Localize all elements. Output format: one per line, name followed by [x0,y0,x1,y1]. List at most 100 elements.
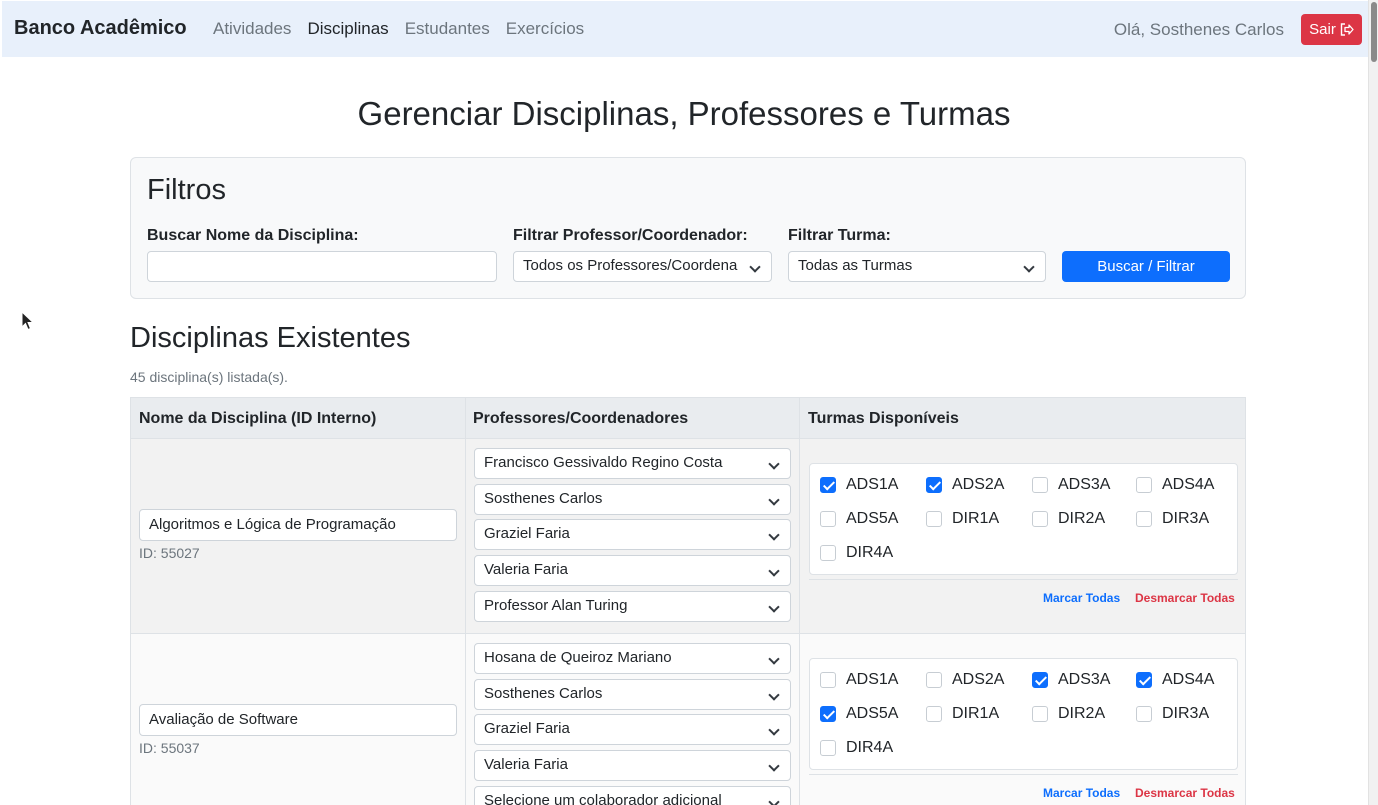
turma-checkbox-item[interactable]: ADS1A [820,671,898,689]
turma-checkbox[interactable] [926,672,942,688]
turma-checkbox-item[interactable]: ADS4A [1136,671,1214,689]
turma-checkbox-item[interactable]: DIR3A [1136,705,1209,723]
header-name: Nome da Disciplina (ID Interno) [139,410,377,427]
turma-checkbox-item[interactable]: DIR4A [820,739,893,757]
nav-link-disciplinas[interactable]: Disciplinas [307,19,388,39]
turma-checkbox[interactable] [820,511,836,527]
professor-select-value: Valeria Faria [484,561,568,579]
turma-checkbox[interactable] [1136,706,1152,722]
turma-label: DIR1A [952,705,1000,722]
filters-panel: Filtros Buscar Nome da Disciplina: Filtr… [130,157,1246,299]
scrollbar-thumb[interactable] [1371,2,1377,62]
turma-checkbox-item[interactable]: ADS4A [1136,476,1214,494]
column-divider [799,398,800,805]
professor-select[interactable]: Hosana de Queiroz Mariano [474,643,791,674]
chevron-down-icon [768,529,780,542]
professor-select[interactable]: Sosthenes Carlos [474,678,791,710]
user-greeting: Olá, Sosthenes Carlos [1113,20,1284,39]
turma-checkbox[interactable] [1136,477,1152,493]
turma-label: DIR2A [1058,510,1106,527]
turma-checkbox-item[interactable]: ADS2A [926,476,1004,494]
turma-checkbox[interactable] [820,672,836,688]
turma-checkbox-item[interactable]: DIR1A [926,705,999,723]
professor-select[interactable]: Francisco Gessivaldo Regino Costa [474,448,791,479]
prof-filter-select[interactable]: Todos os Professores/Coordena [513,251,772,282]
turma-filter-select[interactable]: Todas as Turmas [788,251,1046,282]
turma-checkbox-item[interactable]: ADS3A [1032,476,1110,494]
section-title: Disciplinas Existentes [130,322,411,354]
professor-select[interactable]: Graziel Faria [474,519,791,551]
turma-label: ADS2A [952,671,1005,688]
turma-checkbox-item[interactable]: DIR1A [926,510,999,528]
turma-label: ADS3A [1058,476,1111,493]
professor-select[interactable]: Selecione um colaborador adicional [474,785,791,805]
turma-checkbox-item[interactable]: ADS1A [820,476,898,494]
turma-label: DIR3A [1162,705,1210,722]
turma-label: DIR1A [952,510,1000,527]
turma-checkbox[interactable] [820,740,836,756]
turma-checkbox-item[interactable]: DIR2A [1032,705,1105,723]
turma-label: DIR3A [1162,510,1210,527]
turma-checkbox[interactable] [1136,511,1152,527]
professor-select-value: Graziel Faria [484,525,570,543]
turma-checkbox-item[interactable]: ADS5A [820,705,898,723]
page-scrollbar[interactable] [1368,0,1378,805]
unmark-all-button[interactable]: Desmarcar Todas [1135,591,1235,605]
nav-link-estudantes[interactable]: Estudantes [405,19,490,39]
turma-checkbox[interactable] [1032,672,1048,688]
turma-checkbox-item[interactable]: ADS5A [820,510,898,528]
discipline-name-input[interactable]: Algoritmos e Lógica de Programação [139,509,457,541]
chevron-down-icon [768,760,780,772]
turma-checkbox[interactable] [926,706,942,722]
professor-select[interactable]: Professor Alan Turing [474,590,791,622]
mark-all-button[interactable]: Marcar Todas [1043,591,1120,605]
turma-checkbox[interactable] [1032,706,1048,722]
header-turmas: Turmas Disponíveis [808,410,959,427]
turma-checkbox-item[interactable]: ADS2A [926,671,1004,689]
turma-checkbox[interactable] [1032,511,1048,527]
chevron-down-icon [1023,261,1035,273]
chevron-down-icon [768,724,780,737]
turma-checkbox-item[interactable]: ADS3A [1032,671,1110,689]
chevron-down-icon [768,458,780,470]
professor-select[interactable]: Sosthenes Carlos [474,483,791,515]
professor-select-value: Sosthenes Carlos [484,489,603,507]
chevron-down-icon [768,653,780,665]
turma-checkbox-item[interactable]: DIR4A [820,544,893,562]
turma-label: ADS2A [952,476,1005,493]
turma-checkbox[interactable] [820,545,836,561]
mark-all-button[interactable]: Marcar Todas [1043,786,1120,800]
turma-label: DIR4A [846,739,894,756]
turma-label: ADS5A [846,705,899,722]
professor-select[interactable]: Valeria Faria [474,750,791,782]
chevron-down-icon [768,796,780,805]
table-header: Nome da Disciplina (ID Interno) Professo… [131,398,1245,439]
navbar: Banco Acadêmico Atividades Disciplinas E… [2,1,1368,57]
turma-checkbox[interactable] [1136,672,1152,688]
turma-checkbox[interactable] [1032,477,1048,493]
turma-checkbox[interactable] [820,477,836,493]
turma-checkbox-item[interactable]: DIR3A [1136,510,1209,528]
turma-label: DIR2A [1058,705,1106,722]
professor-select-value: Hosana de Queiroz Mariano [484,649,672,666]
discipline-name-input[interactable]: Avaliação de Software [139,704,457,736]
turma-checkbox[interactable] [926,511,942,527]
turma-checkbox[interactable] [926,477,942,493]
brand-logo[interactable]: Banco Acadêmico [14,17,187,40]
professor-select[interactable]: Valeria Faria [474,555,791,587]
professor-select-value: Graziel Faria [484,720,570,738]
turma-filter-value: Todas as Turmas [798,257,913,274]
nav-link-atividades[interactable]: Atividades [213,19,291,39]
turma-checkbox[interactable] [820,706,836,722]
name-filter-input[interactable] [147,251,497,282]
name-filter-label: Buscar Nome da Disciplina: [147,227,359,244]
unmark-all-button[interactable]: Desmarcar Todas [1135,786,1235,800]
logout-button[interactable]: Sair [1301,14,1362,45]
professor-select[interactable]: Graziel Faria [474,714,791,746]
column-divider [465,398,466,805]
nav-link-exercicios[interactable]: Exercícios [506,19,584,39]
search-filter-button[interactable]: Buscar / Filtrar [1062,251,1230,282]
turma-checkbox-item[interactable]: DIR2A [1032,510,1105,528]
turma-label: DIR4A [846,544,894,561]
chevron-down-icon [768,565,780,577]
